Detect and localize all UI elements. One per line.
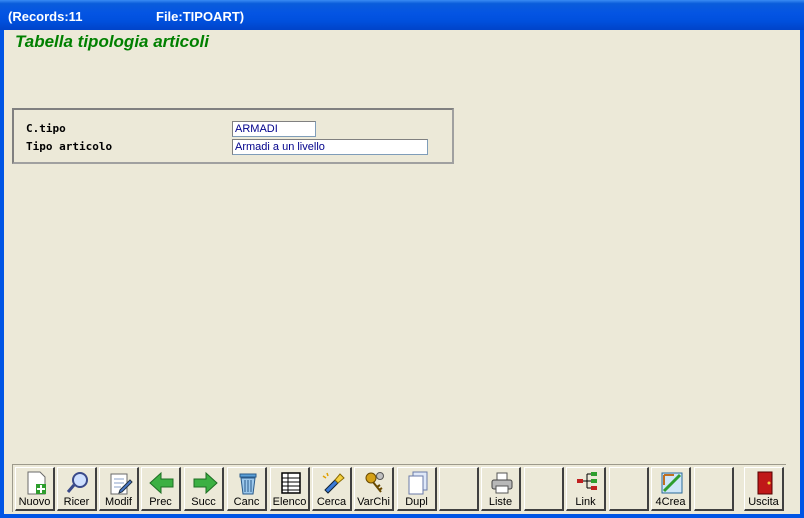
link-button[interactable]: Link — [566, 467, 606, 511]
cerca-label: Cerca — [316, 496, 347, 508]
edit-document-icon — [110, 473, 133, 495]
succ-label: Succ — [191, 496, 216, 508]
magnifier-icon — [66, 472, 88, 493]
ricer-label: Ricer — [63, 496, 90, 508]
ricer-button[interactable]: Ricer — [57, 467, 97, 511]
liste-button[interactable]: Liste — [481, 467, 521, 511]
empty-toolbar-slot — [439, 467, 479, 511]
arrow-left-icon — [149, 471, 174, 495]
table-list-icon — [281, 472, 301, 494]
nuovo-button[interactable]: Nuovo — [15, 467, 55, 511]
dupl-button[interactable]: Dupl — [397, 467, 437, 511]
trash-icon — [239, 473, 257, 495]
crea-label: 4Crea — [655, 496, 686, 508]
cerca-button[interactable]: Cerca — [312, 467, 352, 511]
modif-button[interactable]: Modif — [99, 467, 139, 511]
ctipo-field[interactable]: ARMADI — [232, 121, 316, 137]
printer-icon — [491, 472, 513, 494]
duplicate-icon — [408, 471, 428, 495]
tree-link-icon — [577, 472, 597, 490]
nuovo-label: Nuovo — [18, 496, 51, 508]
records-count: (Records:11 — [8, 9, 83, 24]
exit-door-icon — [757, 471, 773, 495]
uscita-label: Uscita — [748, 496, 779, 508]
canc-button[interactable]: Canc — [227, 467, 267, 511]
empty-toolbar-slot — [609, 467, 649, 511]
liste-label: Liste — [488, 496, 513, 508]
crea-button[interactable]: 4Crea — [651, 467, 691, 511]
keys-icon — [365, 472, 384, 493]
canc-label: Canc — [233, 496, 260, 508]
empty-toolbar-slot — [694, 467, 734, 511]
empty-toolbar-slot — [524, 467, 564, 511]
uscita-button[interactable]: Uscita — [744, 467, 784, 511]
varchi-button[interactable]: VarChi — [354, 467, 394, 511]
varchi-label: VarChi — [357, 496, 390, 508]
page-title: Tabella tipologia articoli — [15, 32, 209, 51]
prec-label: Prec — [149, 496, 172, 508]
prec-button[interactable]: Prec — [141, 467, 181, 511]
title-bar: (Records:11 File:TIPOART) — [0, 0, 804, 30]
ctipo-label: C.tipo — [26, 122, 66, 135]
design-tools-icon — [661, 472, 683, 494]
window-frame — [0, 30, 804, 518]
tipo-articolo-field[interactable]: Armadi a un livello — [232, 139, 428, 155]
flashlight-icon — [322, 472, 345, 494]
tipo-articolo-label: Tipo articolo — [26, 140, 113, 153]
file-name: File:TIPOART) — [156, 9, 245, 24]
link-label: Link — [575, 496, 596, 508]
modif-label: Modif — [105, 496, 132, 508]
arrow-right-icon — [193, 471, 218, 495]
succ-button[interactable]: Succ — [184, 467, 224, 511]
elenco-label: Elenco — [272, 496, 307, 508]
elenco-button[interactable]: Elenco — [270, 467, 310, 511]
new-document-icon — [27, 471, 46, 495]
dupl-label: Dupl — [405, 496, 428, 508]
